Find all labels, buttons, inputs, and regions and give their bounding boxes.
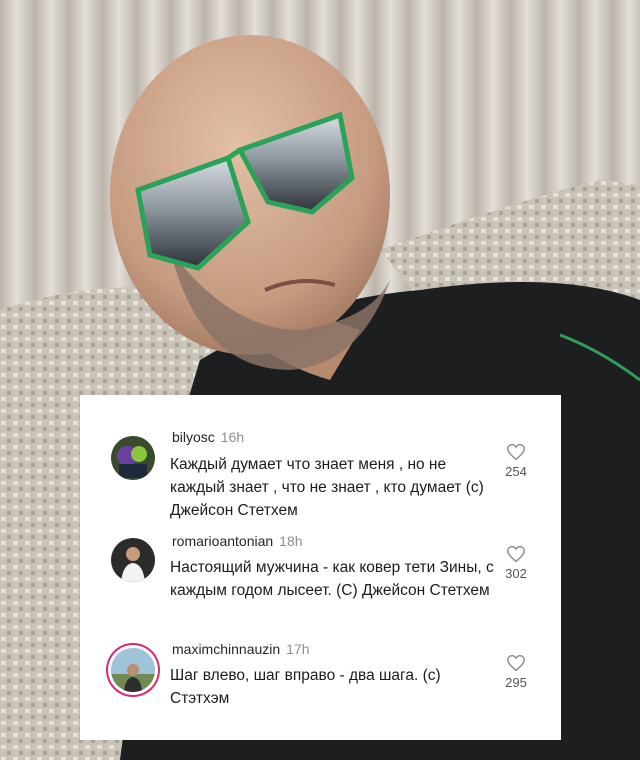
comments-card: bilyosc 16h Каждый думает что знает меня … bbox=[80, 395, 561, 740]
timestamp: 17h bbox=[286, 641, 310, 657]
user-avatar[interactable] bbox=[111, 436, 155, 480]
comment-text: Настоящий мужчина - как ковер тети Зины,… bbox=[170, 559, 494, 599]
username[interactable]: bilyosc bbox=[172, 429, 215, 445]
comment-text: Каждый думает что знает меня , но не каж… bbox=[170, 456, 484, 519]
like-count: 295 bbox=[505, 675, 527, 690]
username[interactable]: maximchinnauzin bbox=[172, 641, 280, 657]
like-count: 254 bbox=[505, 464, 527, 479]
user-avatar[interactable] bbox=[111, 538, 155, 582]
heart-outline-icon bbox=[507, 443, 525, 461]
like-button[interactable]: 254 bbox=[498, 443, 534, 479]
timestamp: 18h bbox=[279, 533, 303, 549]
like-button[interactable]: 295 bbox=[498, 654, 534, 690]
like-button[interactable]: 302 bbox=[498, 545, 534, 581]
comment-meta: bilyosc 16h bbox=[172, 429, 244, 445]
user-avatar-story-ring[interactable] bbox=[111, 648, 155, 692]
timestamp: 16h bbox=[220, 429, 245, 445]
comment-text: Шаг влево, шаг вправо - два шага. (с) Ст… bbox=[170, 667, 441, 707]
comment-meta: maximchinnauzin 17h bbox=[172, 641, 310, 657]
heart-outline-icon bbox=[507, 654, 525, 672]
heart-outline-icon bbox=[507, 545, 525, 563]
like-count: 302 bbox=[505, 566, 527, 581]
username[interactable]: romarioantonian bbox=[172, 533, 273, 549]
comment-meta: romarioantonian 18h bbox=[172, 533, 303, 549]
